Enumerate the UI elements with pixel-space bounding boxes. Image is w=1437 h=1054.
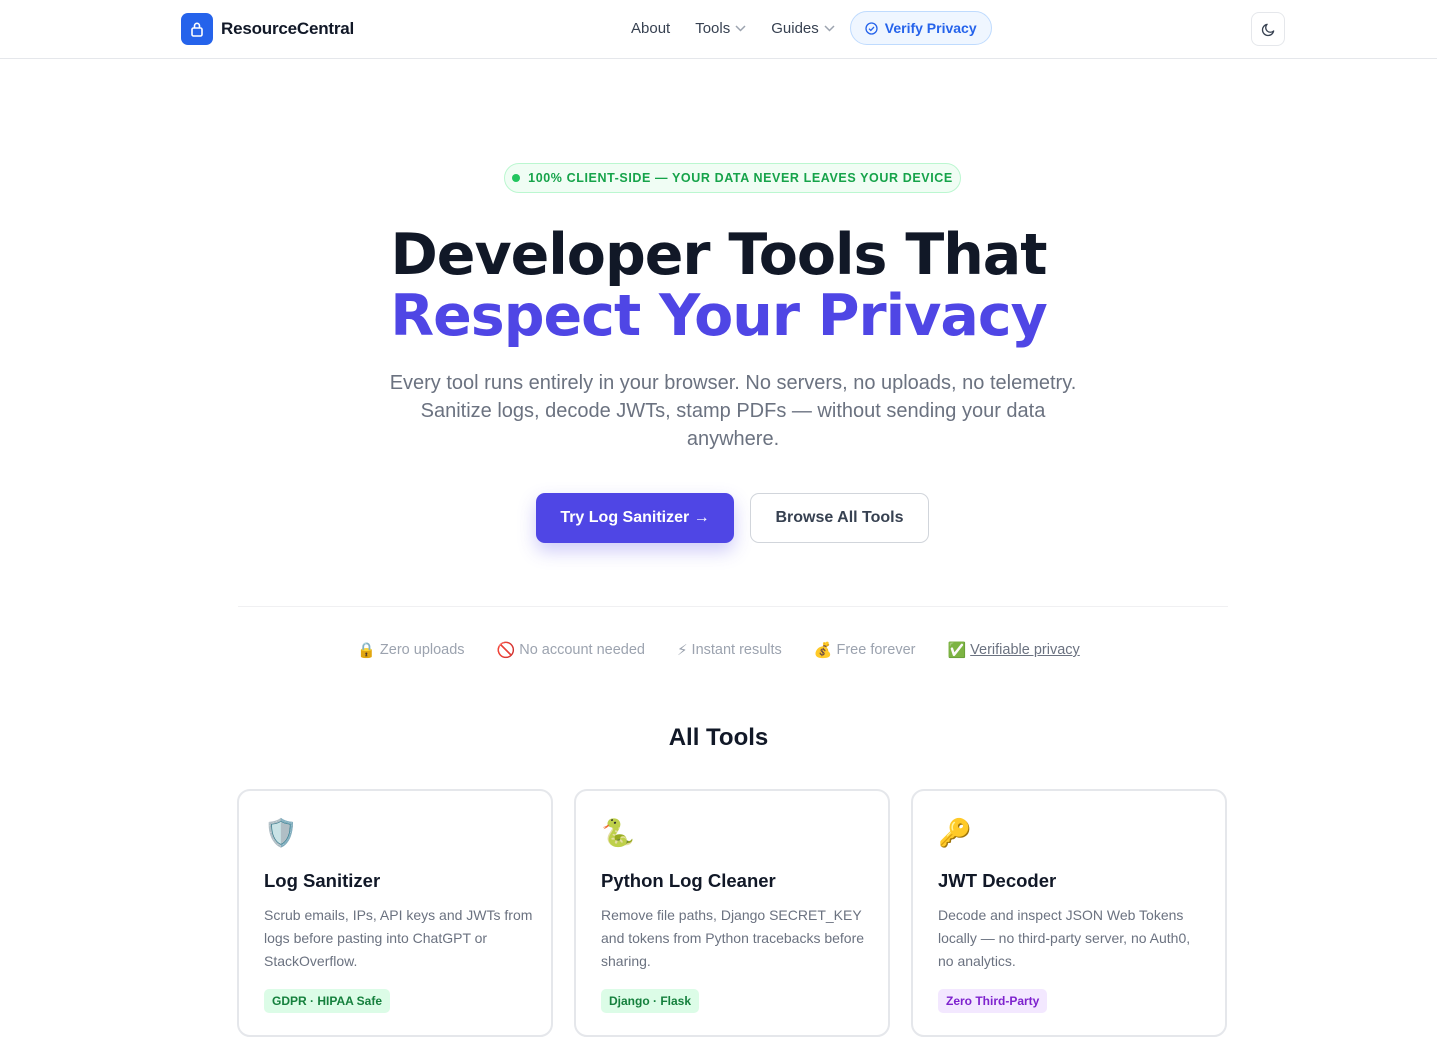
hero-title-line1: Developer Tools That (390, 222, 1047, 288)
badge-text: 100% CLIENT-SIDE — YOUR DATA NEVER LEAVE… (528, 171, 953, 185)
nav-guides-label: Guides (771, 19, 819, 37)
browse-all-tools-button[interactable]: Browse All Tools (750, 493, 929, 543)
card-description: Decode and inspect JSON Web Tokens local… (938, 907, 1191, 969)
lock-icon (181, 13, 213, 45)
tool-card-python-log-cleaner[interactable]: 🐍 Python Log Cleaner Remove file paths, … (574, 789, 890, 1037)
tool-card-jwt-decoder[interactable]: 🔑 JWT Decoder Decode and inspect JSON We… (911, 789, 1227, 1037)
nav-tools-dropdown[interactable]: Tools (695, 20, 746, 37)
feature-free-forever: 💰 Free forever (814, 641, 916, 659)
client-side-badge: 100% CLIENT-SIDE — YOUR DATA NEVER LEAVE… (504, 163, 961, 193)
feature-zero-uploads: 🔒 Zero uploads (357, 641, 464, 659)
verify-privacy-label: Verify Privacy (884, 20, 977, 36)
nav-about[interactable]: About (631, 20, 670, 37)
status-dot-icon (512, 174, 521, 182)
lightning-icon: ⚡ (677, 642, 688, 659)
card-title: JWT Decoder (938, 870, 1057, 891)
hero-subtitle: Every tool runs entirely in your browser… (389, 372, 1077, 450)
hero-title-line2: Respect Your Privacy (390, 283, 1048, 349)
shield-icon: 🛡️ (264, 818, 298, 848)
nav-about-label: About (631, 19, 671, 37)
check-circle-icon (865, 21, 878, 35)
verifiable-privacy-link[interactable]: Verifiable privacy (970, 642, 1080, 658)
theme-toggle-button[interactable] (1251, 12, 1285, 46)
card-tag: GDPR · HIPAA Safe (264, 989, 391, 1013)
chevron-down-icon (735, 24, 746, 32)
try-log-sanitizer-button[interactable]: Try Log Sanitizer → (536, 493, 734, 543)
card-tag: Zero Third-Party (938, 989, 1048, 1013)
snake-icon: 🐍 (601, 818, 635, 848)
card-title: Python Log Cleaner (601, 870, 776, 891)
verify-privacy-button[interactable]: Verify Privacy (849, 11, 992, 45)
card-description: Scrub emails, IPs, API keys and JWTs fro… (264, 907, 533, 969)
feature-label: No account needed (519, 642, 645, 658)
main-nav: About Tools Guides Verify Privacy (631, 11, 992, 45)
brand-name: ResourceCentral (221, 19, 355, 38)
tool-card-log-sanitizer[interactable]: 🛡️ Log Sanitizer Scrub emails, IPs, API … (237, 789, 553, 1037)
nav-guides-dropdown[interactable]: Guides (771, 20, 835, 37)
nav-tools-label: Tools (695, 19, 731, 37)
moon-icon (1261, 23, 1274, 36)
check-mark-icon: ✅ (947, 642, 967, 659)
feature-label: Free forever (836, 642, 916, 658)
feature-verifiable-privacy: ✅ Verifiable privacy (947, 641, 1079, 659)
feature-instant-results: ⚡ Instant results (677, 641, 782, 659)
prohibited-icon: 🚫 (496, 642, 516, 659)
chevron-down-icon (824, 24, 835, 32)
key-icon: 🔑 (938, 818, 972, 848)
card-title: Log Sanitizer (264, 870, 381, 891)
feature-list: 🔒 Zero uploads 🚫 No account needed ⚡ Ins… (0, 638, 1437, 662)
lock-icon: 🔒 (357, 642, 376, 659)
card-description: Remove file paths, Django SECRET_KEY and… (601, 907, 865, 969)
brand-link[interactable]: ResourceCentral (181, 13, 354, 45)
feature-label: Instant results (691, 642, 782, 658)
feature-label: Zero uploads (379, 642, 465, 658)
money-bag-icon: 💰 (813, 642, 833, 659)
section-divider (238, 606, 1228, 607)
card-tag: Django · Flask (601, 989, 700, 1013)
site-header: ResourceCentral About Tools Guides Verif… (0, 0, 1437, 59)
all-tools-heading: All Tools (668, 724, 769, 751)
feature-no-account: 🚫 No account needed (497, 641, 645, 659)
